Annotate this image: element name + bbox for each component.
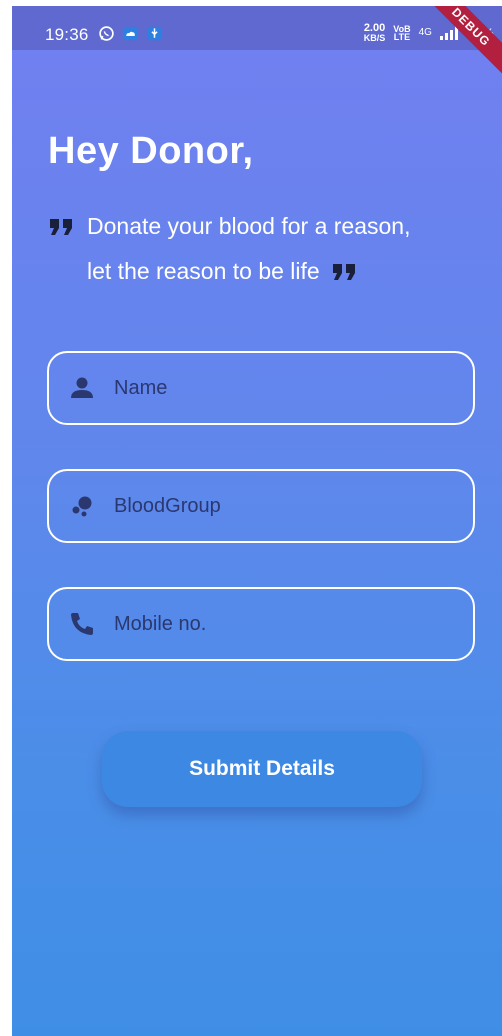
usb-app-icon: [146, 26, 163, 41]
status-bar: 19:36 2.00 KB/S VoB LTE 4G: [12, 6, 502, 50]
quote-line-1: Donate your blood for a reason,: [48, 213, 410, 240]
volte-indicator: VoB LTE: [393, 23, 411, 42]
notification-icons: [98, 25, 163, 42]
blood-group-field[interactable]: BloodGroup: [47, 469, 475, 543]
page-title: Hey Donor,: [48, 130, 254, 172]
name-field[interactable]: Name: [47, 351, 475, 425]
name-input[interactable]: Name: [114, 377, 167, 400]
format-quote-icon: [332, 263, 355, 280]
phone-icon: [71, 613, 93, 635]
whatsapp-icon: [99, 26, 114, 41]
mobile-input[interactable]: Mobile no.: [114, 613, 206, 636]
quote-text-2: let the reason to be life: [87, 258, 320, 284]
blood-group-input[interactable]: BloodGroup: [114, 495, 221, 518]
mobile-field[interactable]: Mobile no.: [47, 587, 475, 661]
quote-text-1: Donate your blood for a reason,: [87, 213, 411, 239]
bubble-chart-icon: [72, 496, 92, 517]
quote-line-2: let the reason to be life: [87, 258, 359, 285]
format-quote-icon: [50, 218, 72, 235]
person-icon: [71, 377, 93, 398]
status-time: 19:36: [45, 25, 89, 44]
cloud-app-icon: [122, 26, 139, 41]
network-type: 4G: [418, 27, 432, 38]
network-speed: 2.00 KB/S: [363, 22, 386, 43]
app-screen: 19:36 2.00 KB/S VoB LTE 4G DEBUG Hey Don…: [12, 6, 502, 1036]
submit-details-button[interactable]: Submit Details: [102, 731, 422, 807]
